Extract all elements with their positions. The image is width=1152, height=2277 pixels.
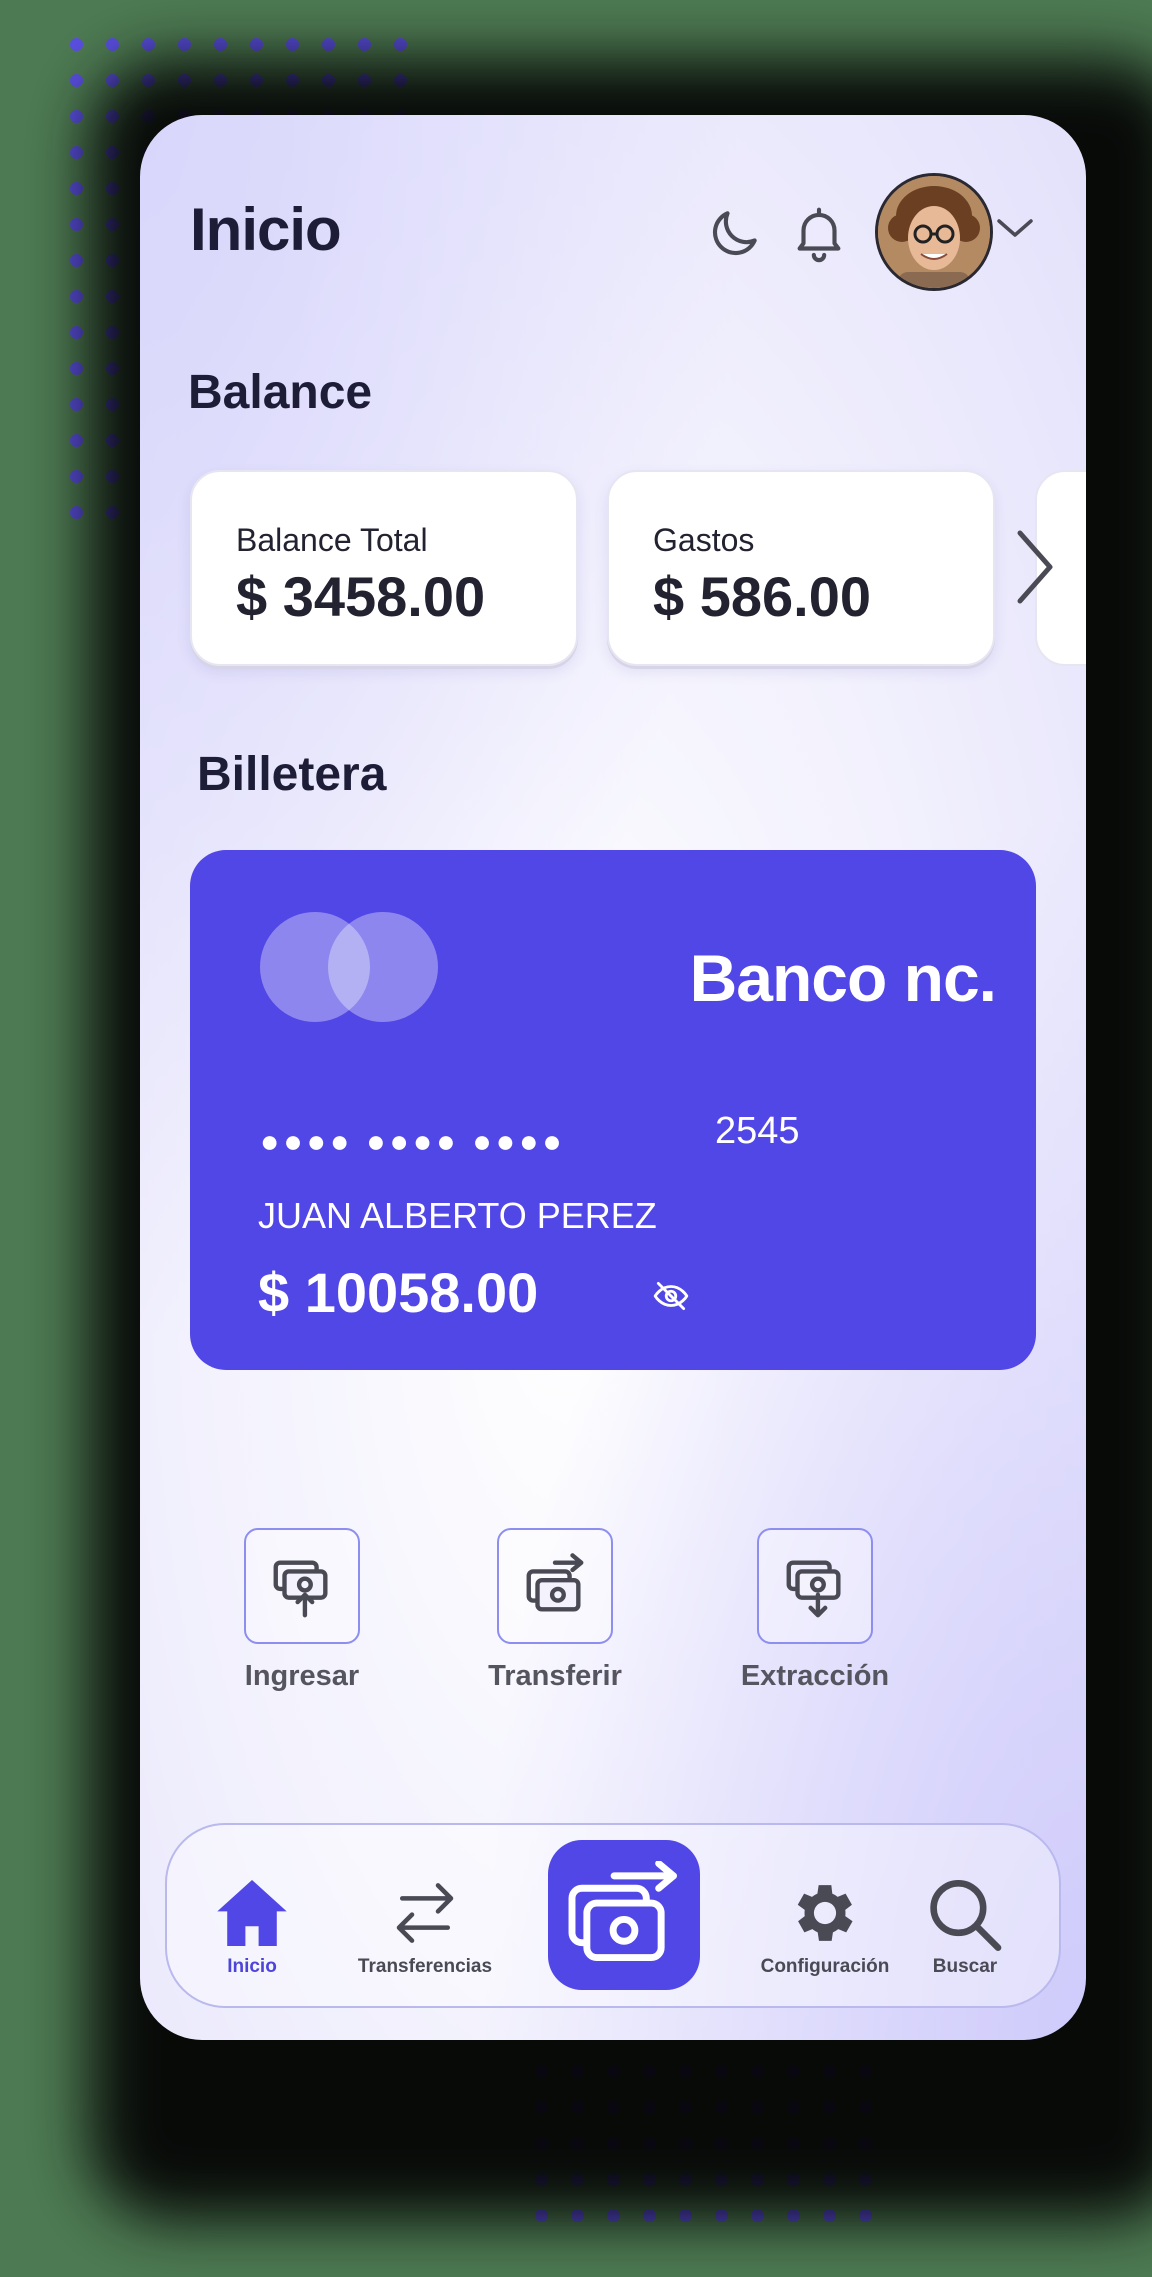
- action-deposit[interactable]: Ingresar: [232, 1528, 372, 1693]
- decorative-dot: [70, 74, 83, 87]
- bank-name: Banco nc.: [689, 941, 997, 1015]
- send-money-button[interactable]: [548, 1840, 700, 1990]
- decorative-dot: [358, 38, 371, 51]
- decorative-dot: [70, 38, 83, 51]
- decorative-dot: [286, 38, 299, 51]
- decorative-dot: [70, 254, 83, 267]
- deposit-icon[interactable]: [244, 1528, 360, 1644]
- nav-item-inicio[interactable]: Inicio: [202, 1875, 302, 1978]
- chevron-down-icon[interactable]: [995, 215, 1035, 248]
- avatar[interactable]: [875, 173, 993, 291]
- eye-off-icon[interactable]: [652, 1277, 690, 1320]
- decorative-dot: [70, 146, 83, 159]
- withdraw-icon[interactable]: [757, 1528, 873, 1644]
- nav-item-transferencias[interactable]: Transferencias: [350, 1875, 500, 1978]
- page-title: Inicio: [190, 196, 342, 263]
- decorative-dot: [70, 362, 83, 375]
- decorative-dot: [178, 38, 191, 51]
- decorative-dot: [70, 218, 83, 231]
- decorative-dot: [70, 470, 83, 483]
- nav-item-label: Inicio: [227, 1956, 277, 1977]
- bell-icon[interactable]: [788, 201, 850, 270]
- decorative-dot: [70, 398, 83, 411]
- nav-item-buscar[interactable]: Buscar: [910, 1875, 1020, 1978]
- decorative-dot: [106, 38, 119, 51]
- card-masked-number: ●●●● ●●●● ●●●●: [260, 1123, 566, 1159]
- transfer-money-icon[interactable]: [497, 1528, 613, 1644]
- nav-item-configuracion[interactable]: Configuración: [750, 1875, 900, 1978]
- phone-screen: Inicio Balance Balance Total $ 3458.00 G…: [140, 115, 1086, 2040]
- balance-total-label: Balance Total: [236, 522, 428, 558]
- balance-total-card[interactable]: Balance Total $ 3458.00: [190, 470, 578, 666]
- chevron-right-icon[interactable]: [1012, 527, 1058, 612]
- arrows-icon: [350, 1875, 500, 1956]
- decorative-dot: [214, 38, 227, 51]
- card-balance: $ 10058.00: [258, 1261, 539, 1324]
- decorative-dot: [322, 38, 335, 51]
- decorative-dot: [70, 506, 83, 519]
- card-brand-logo-circle: [328, 912, 438, 1022]
- send-money-icon: [564, 1859, 684, 1970]
- moon-icon[interactable]: [703, 203, 765, 270]
- action-transfer-label: Transferir: [488, 1660, 622, 1692]
- action-deposit-label: Ingresar: [244, 1660, 360, 1692]
- expenses-label: Gastos: [653, 522, 755, 558]
- wallet-card[interactable]: Banco nc. ●●●● ●●●● ●●●● 2545 JUAN ALBER…: [190, 850, 1036, 1370]
- card-holder-name: JUAN ALBERTO PEREZ: [258, 1195, 657, 1236]
- decorative-dot: [70, 434, 83, 447]
- nav-item-label: Buscar: [932, 1956, 998, 1977]
- decorative-dot: [70, 182, 83, 195]
- decorative-dot: [394, 38, 407, 51]
- balance-section-title: Balance: [188, 366, 373, 419]
- decorative-dot: [70, 110, 83, 123]
- nav-item-label: Transferencias: [357, 1956, 493, 1977]
- card-last4: 2545: [715, 1110, 800, 1152]
- expenses-card[interactable]: Gastos $ 586.00: [607, 470, 995, 666]
- action-transfer[interactable]: Transferir: [470, 1528, 640, 1693]
- decorative-dot: [70, 290, 83, 303]
- search-icon: [910, 1875, 1020, 1956]
- nav-item-label: Configuración: [760, 1956, 890, 1977]
- wallet-section-title: Billetera: [197, 748, 387, 801]
- decorative-dot: [250, 38, 263, 51]
- expenses-value: $ 586.00: [653, 565, 871, 628]
- gear-icon: [750, 1875, 900, 1956]
- decorative-dot: [70, 326, 83, 339]
- action-withdraw[interactable]: Extracción: [725, 1528, 905, 1693]
- action-withdraw-label: Extracción: [740, 1660, 890, 1692]
- home-icon: [202, 1875, 302, 1956]
- balance-total-value: $ 3458.00: [236, 565, 486, 628]
- decorative-dot: [142, 38, 155, 51]
